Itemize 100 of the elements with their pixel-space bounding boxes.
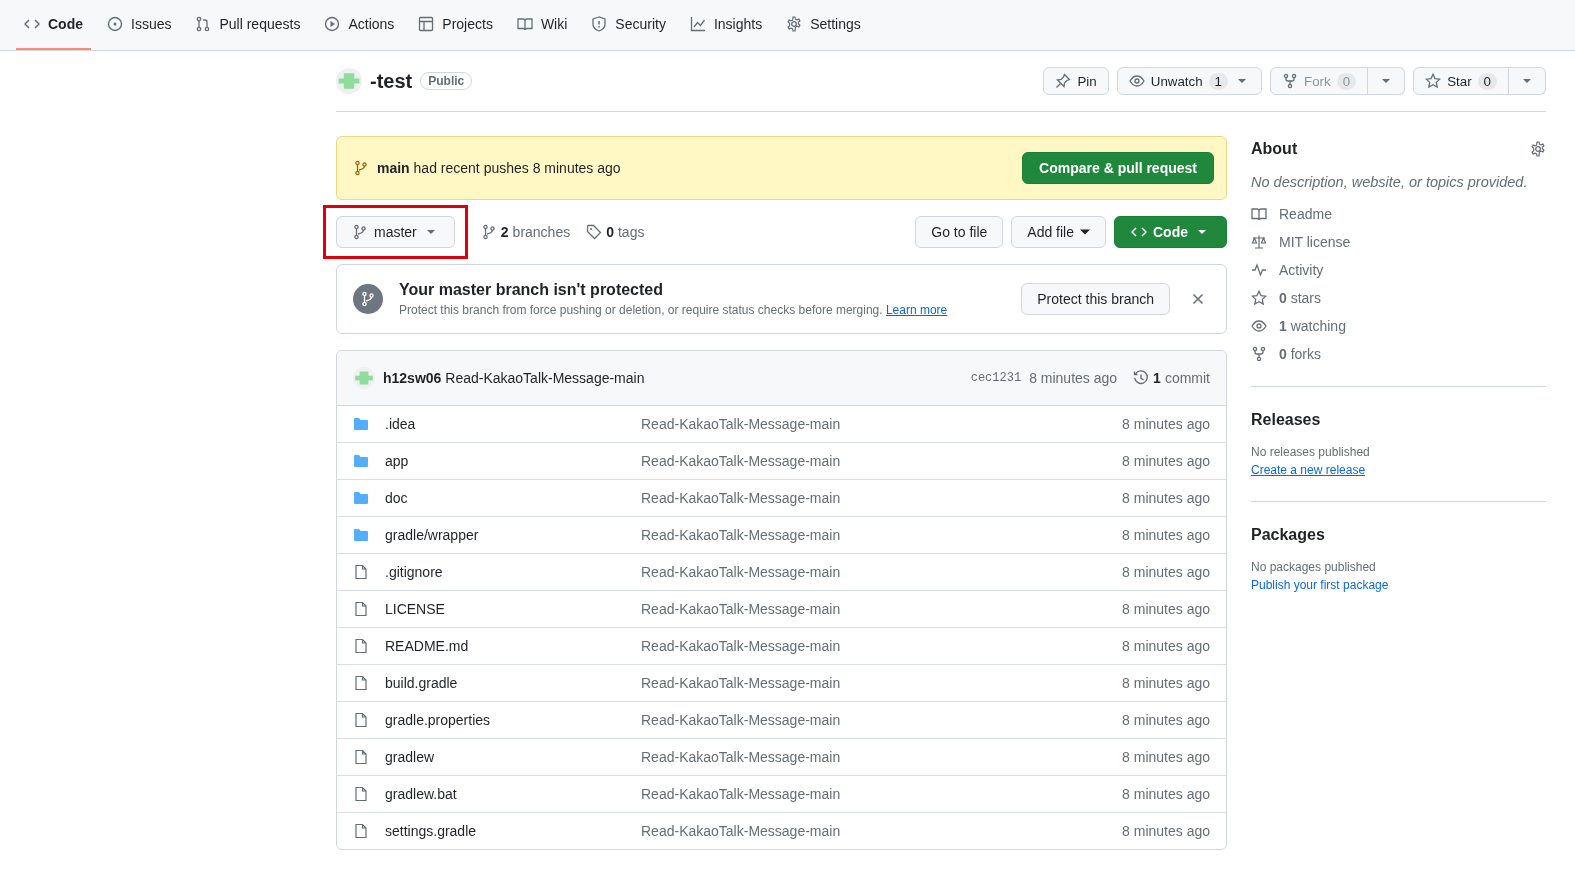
folder-icon [353,453,369,469]
nav-tab[interactable]: Security [583,0,674,50]
pull-request-icon [195,16,212,32]
commit-time: 8 minutes ago [1122,527,1210,543]
nav-tab[interactable]: Insights [681,0,771,50]
nav-tab[interactable]: Actions [316,0,403,50]
file-icon [353,823,369,839]
star-icon [1425,73,1442,89]
graph-icon [689,16,706,32]
folder-icon [353,490,369,506]
file-icon [353,749,369,765]
commit-message-link[interactable]: Read-KakaoTalk-Message-main [641,490,1107,506]
add-file-button[interactable]: Add file [1011,216,1106,248]
compare-button[interactable]: Compare & pull request [1022,152,1214,184]
create-release-link[interactable]: Create a new release [1251,463,1546,477]
commit-time: 8 minutes ago [1122,601,1210,617]
packages-text: No packages published [1251,560,1377,574]
counter: 0 [1336,72,1357,90]
settings-button[interactable] [1530,141,1546,157]
caret-icon [1080,227,1090,237]
history-icon [1133,370,1150,386]
repo-action-button[interactable]: Unwatch 1 [1116,67,1263,95]
commit-time: 8 minutes ago [1122,564,1210,580]
commit-message-link[interactable]: Read-KakaoTalk-Message-main [641,786,1107,802]
about-heading: About [1251,140,1298,158]
nav-tab[interactable]: Code [16,0,91,50]
repo-action-button[interactable]: Star 0 [1413,67,1509,95]
tags-link[interactable]: 0 tags [586,224,645,240]
file-name-link[interactable]: app [385,453,625,469]
commit-message-link[interactable]: Read-KakaoTalk-Message-main [641,823,1107,839]
about-link[interactable]: Activity [1279,262,1324,278]
file-name-link[interactable]: settings.gradle [385,823,625,839]
about-link[interactable]: Readme [1279,206,1332,222]
branches-link[interactable]: 2 branches [480,224,571,240]
commit-time: 8 minutes ago [1029,370,1118,386]
file-name-link[interactable]: build.gradle [385,675,625,691]
star-icon [1251,290,1267,306]
tag-icon [586,224,603,240]
file-icon [353,638,369,654]
repo-name[interactable]: -test [370,69,413,93]
file-icon [353,564,369,580]
commit-message-link[interactable]: Read-KakaoTalk-Message-main [641,527,1107,543]
file-name-link[interactable]: LICENSE [385,601,625,617]
nav-tab[interactable]: Wiki [508,0,576,50]
about-link[interactable]: 1 watching [1279,318,1346,334]
file-name-link[interactable]: gradlew.bat [385,786,625,802]
settings-icon [1530,141,1546,157]
go-to-file-button[interactable]: Go to file [915,216,1004,248]
pulse-icon [1251,262,1267,278]
file-name-link[interactable]: README.md [385,638,625,654]
file-name-link[interactable]: gradlew [385,749,625,765]
file-name-link[interactable]: doc [385,490,625,506]
repo-action-button[interactable]: Pin [1043,67,1109,95]
commit-time: 8 minutes ago [1122,712,1210,728]
about-link[interactable]: 0 stars [1279,290,1322,306]
nav-tab[interactable]: Issues [99,0,180,50]
about-description: No description, website, or topics provided. [1251,174,1529,190]
commit-message-link[interactable]: Read-KakaoTalk-Message-main [641,416,1107,432]
commit-time: 8 minutes ago [1122,675,1210,691]
eye-icon [1128,73,1145,89]
commit-message-link[interactable]: Read-KakaoTalk-Message-main [641,675,1107,691]
commit-message: h12sw06 Read-KakaoTalk-Message-main [383,370,646,386]
branch-selector[interactable]: master [336,216,455,248]
fork-icon [1282,73,1299,89]
file-name-link[interactable]: gradle/wrapper [385,527,625,543]
close-icon [1190,291,1206,307]
folder-icon [353,527,369,543]
branch-icon [352,224,368,240]
notice-text: Protect this branch from force pushing or deletion, or require status checks before merging. Learn more [399,303,949,317]
commit-sha[interactable]: cec1231 [970,371,1022,385]
code-button[interactable]: Code [1114,216,1227,248]
book-icon [1251,206,1267,222]
protect-branch-button[interactable]: Protect this branch [1021,283,1170,315]
file-icon [353,786,369,802]
commit-message-link[interactable]: Read-KakaoTalk-Message-main [641,712,1107,728]
file-name-link[interactable]: .idea [385,416,625,432]
commit-time: 8 minutes ago [1122,453,1210,469]
pin-icon [1055,73,1072,89]
learn-more-link[interactable]: Learn more [885,303,948,317]
commit-message-link[interactable]: Read-KakaoTalk-Message-main [641,638,1107,654]
nav-tab[interactable]: Projects [410,0,501,50]
table-icon [418,16,435,32]
publish-package-link[interactable]: Publish your first package [1251,578,1546,592]
about-link[interactable]: 0 forks [1279,346,1322,362]
commit-message-link[interactable]: Read-KakaoTalk-Message-main [641,601,1107,617]
about-link[interactable]: MIT license [1279,234,1351,250]
file-icon [353,675,369,691]
file-name-link[interactable]: .gitignore [385,564,625,580]
commits-link[interactable]: 1 commit [1133,370,1210,386]
commit-message-link[interactable]: Read-KakaoTalk-Message-main [641,453,1107,469]
nav-tab[interactable]: Pull requests [187,0,309,50]
commit-message-link[interactable]: Read-KakaoTalk-Message-main [641,749,1107,765]
fork-icon [1251,346,1267,362]
nav-tab[interactable]: Settings [778,0,869,50]
commit-time: 8 minutes ago [1122,638,1210,654]
shield-icon [591,16,608,32]
file-name-link[interactable]: gradle.properties [385,712,625,728]
commit-message-link[interactable]: Read-KakaoTalk-Message-main [641,564,1107,580]
play-icon [324,16,341,32]
file-icon [353,601,369,617]
